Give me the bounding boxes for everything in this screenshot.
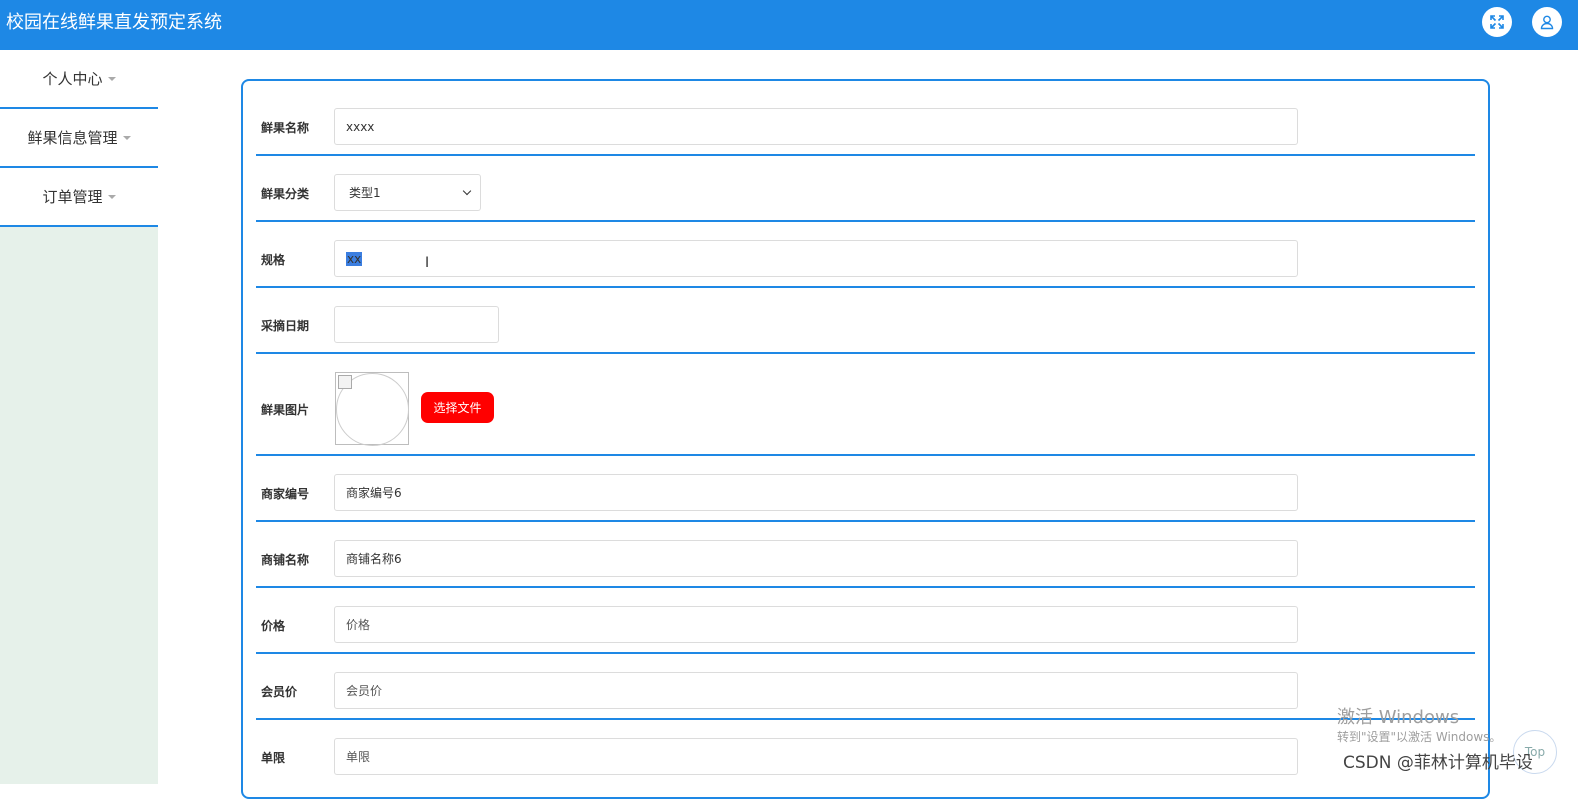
form-row-member-price: 会员价 会员价 (256, 654, 1475, 720)
chevron-down-icon (462, 186, 472, 196)
form-row-pick-date: 采摘日期 (256, 288, 1475, 354)
category-select[interactable]: 类型1 (334, 174, 481, 211)
csdn-watermark: CSDN @菲林计算机毕设 (1343, 753, 1533, 773)
field-label: 价格 (261, 619, 286, 633)
sidebar-item-personal-center[interactable]: 个人中心 (0, 50, 158, 109)
field-label: 单限 (261, 751, 286, 765)
field-label: 采摘日期 (261, 319, 310, 333)
choose-file-button[interactable]: 选择文件 (421, 392, 494, 423)
input-placeholder: 会员价 (346, 684, 383, 698)
selected-text: xx (346, 251, 363, 266)
field-label: 商铺名称 (261, 553, 310, 567)
windows-activation-watermark: 激活 Windows 转到"设置"以激活 Windows。 (1337, 707, 1501, 745)
image-preview (335, 372, 409, 446)
form-row-limit: 单限 单限 (256, 720, 1475, 784)
field-label: 商家编号 (261, 487, 310, 501)
top-bar: 校园在线鲜果直发预定系统 (0, 0, 1578, 50)
input-value: 商家编号6 (346, 486, 402, 500)
field-label: 会员价 (261, 685, 298, 699)
field-label: 鲜果图片 (261, 403, 310, 417)
expand-icon[interactable] (1482, 7, 1512, 37)
form-row-fruit-name: 鲜果名称 xxxx (256, 98, 1475, 156)
form-row-shop-name: 商铺名称 商铺名称6 (256, 522, 1475, 588)
field-label: 鲜果名称 (261, 121, 310, 135)
price-input[interactable]: 价格 (334, 606, 1298, 643)
activation-subtitle: 转到"设置"以激活 Windows。 (1337, 730, 1502, 744)
field-label: 鲜果分类 (261, 187, 310, 201)
broken-image-icon (338, 375, 352, 389)
input-value: xxxx (346, 119, 375, 134)
input-value: 商铺名称6 (346, 552, 402, 566)
select-value: 类型1 (349, 186, 381, 200)
form-row-category: 鲜果分类 类型1 (256, 156, 1475, 222)
field-label: 规格 (261, 253, 286, 267)
input-placeholder: 单限 (346, 750, 371, 764)
sidebar-item-label: 个人中心 (42, 70, 103, 88)
form-row-merchant-no: 商家编号 商家编号6 (256, 456, 1475, 522)
activation-title: 激活 Windows (1337, 707, 1460, 728)
pick-date-input[interactable] (334, 306, 499, 343)
limit-input[interactable]: 单限 (334, 738, 1298, 775)
form-row-price: 价格 价格 (256, 588, 1475, 654)
shop-name-input[interactable]: 商铺名称6 (334, 540, 1298, 577)
sidebar-item-label: 订单管理 (42, 188, 103, 206)
caret-down-icon (107, 76, 116, 81)
sidebar-item-fruit-management[interactable]: 鲜果信息管理 (0, 109, 158, 168)
merchant-no-input[interactable]: 商家编号6 (334, 474, 1298, 511)
caret-down-icon (107, 194, 116, 199)
member-price-input[interactable]: 会员价 (334, 672, 1298, 709)
caret-down-icon (122, 135, 131, 140)
sidebar-item-label: 鲜果信息管理 (27, 129, 118, 147)
input-placeholder: 价格 (346, 618, 371, 632)
form-row-spec: 规格 xx I (256, 222, 1475, 288)
app-title: 校园在线鲜果直发预定系统 (6, 12, 222, 33)
spec-input[interactable]: xx I (334, 240, 1298, 277)
text-cursor-icon: I (425, 255, 430, 271)
sidebar-item-order-management[interactable]: 订单管理 (0, 168, 158, 227)
fruit-name-input[interactable]: xxxx (334, 108, 1298, 145)
sidebar: 个人中心 鲜果信息管理 订单管理 (0, 50, 158, 784)
form-row-image: 鲜果图片 选择文件 (256, 354, 1475, 456)
user-icon[interactable] (1532, 7, 1562, 37)
